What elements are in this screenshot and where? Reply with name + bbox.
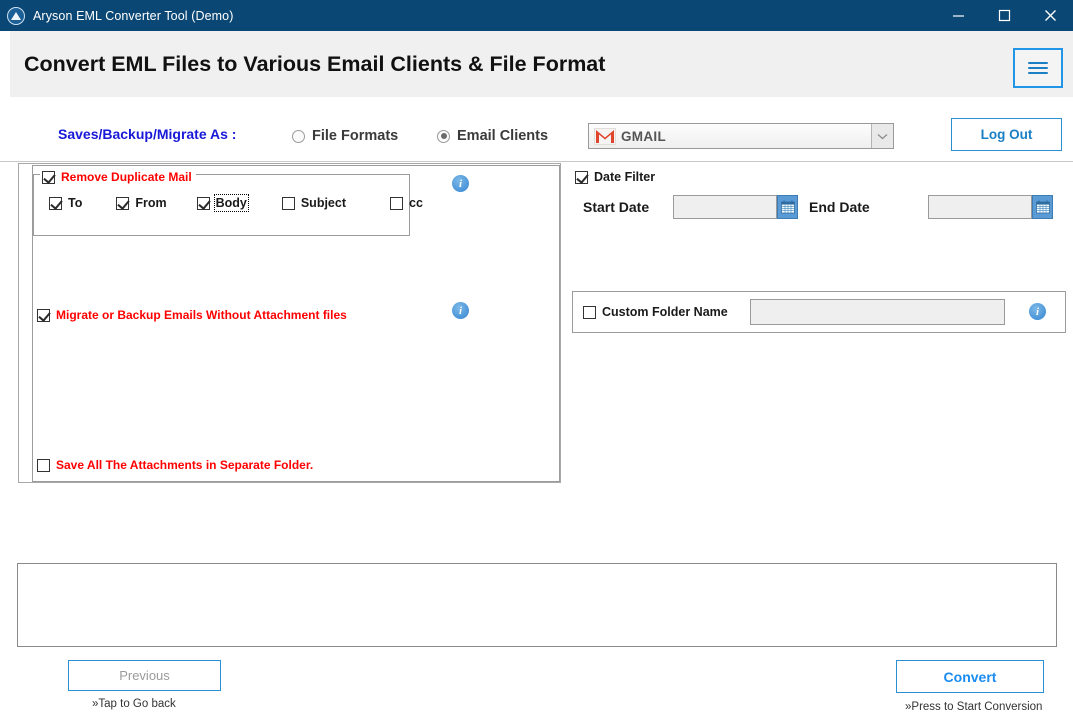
duplicate-criterion-body[interactable]: Body (196, 194, 249, 212)
previous-hint: »Tap to Go back (92, 698, 176, 710)
radio-email-clients[interactable]: Email Clients (437, 128, 548, 144)
start-date-calendar-icon[interactable] (777, 195, 798, 219)
info-icon[interactable]: i (452, 302, 469, 319)
radio-file-formats[interactable]: File Formats (292, 128, 398, 144)
duplicate-subject-label: Subject (300, 196, 346, 210)
page-header: Convert EML Files to Various Email Clien… (10, 31, 1073, 97)
page-title: Convert EML Files to Various Email Clien… (24, 51, 606, 76)
duplicate-to-label: To (68, 196, 83, 210)
date-range-row: Start Date End Date (575, 195, 1067, 227)
duplicate-to-checkbox[interactable] (49, 196, 62, 210)
custom-folder-name-input[interactable] (750, 299, 1005, 325)
window-controls (935, 0, 1073, 31)
title-bar: Aryson EML Converter Tool (Demo) (0, 0, 1073, 31)
start-date-input[interactable] (673, 195, 777, 219)
maximize-icon[interactable] (981, 0, 1027, 31)
info-icon[interactable]: i (452, 175, 469, 192)
aryson-logo-icon (7, 6, 25, 25)
duplicate-criteria-row: To From Body Subject cc (49, 194, 423, 212)
migrate-without-attachment-checkbox[interactable] (37, 308, 50, 322)
convert-button[interactable]: Convert (896, 660, 1044, 693)
convert-hint: »Press to Start Conversion (905, 701, 1043, 713)
conversion-log-area[interactable] (17, 563, 1057, 647)
remove-duplicate-mail-checkbox[interactable] (42, 170, 55, 184)
migrate-without-attachment-option[interactable]: Migrate or Backup Emails Without Attachm… (37, 308, 347, 322)
remove-duplicate-mail-option[interactable]: Remove Duplicate Mail (40, 169, 196, 185)
date-filter-label: Date Filter (594, 170, 656, 184)
duplicate-criterion-from[interactable]: From (116, 196, 167, 210)
hamburger-menu-icon (1028, 59, 1048, 77)
end-date-label: End Date (809, 199, 870, 215)
window-title: Aryson EML Converter Tool (Demo) (33, 8, 234, 23)
gmail-logo-icon (594, 127, 616, 145)
date-filter-option[interactable]: Date Filter (575, 170, 655, 184)
remove-duplicate-mail-label: Remove Duplicate Mail (61, 170, 192, 184)
migrate-without-attachment-label: Migrate or Backup Emails Without Attachm… (56, 308, 347, 322)
duplicate-criterion-to[interactable]: To (49, 196, 82, 210)
custom-folder-name-label: Custom Folder Name (602, 305, 728, 319)
custom-folder-name-option[interactable]: Custom Folder Name (583, 305, 728, 319)
start-date-label: Start Date (583, 199, 650, 215)
email-client-value: GMAIL (621, 128, 666, 144)
duplicate-from-checkbox[interactable] (116, 196, 130, 210)
duplicate-cc-checkbox[interactable] (390, 196, 403, 210)
save-attachments-separate-folder-option[interactable]: Save All The Attachments in Separate Fol… (37, 458, 313, 472)
email-client-select[interactable]: GMAIL (588, 123, 894, 149)
duplicate-subject-checkbox[interactable] (281, 196, 295, 210)
minimize-icon[interactable] (935, 0, 981, 31)
chevron-down-icon[interactable] (871, 124, 893, 148)
duplicate-cc-label: cc (409, 196, 423, 210)
duplicate-from-label: From (135, 196, 167, 210)
custom-folder-name-checkbox[interactable] (583, 305, 596, 319)
saves-backup-migrate-label: Saves/Backup/Migrate As : (58, 126, 237, 142)
end-date-input[interactable] (928, 195, 1032, 219)
save-attachments-label: Save All The Attachments in Separate Fol… (56, 458, 314, 472)
logout-button[interactable]: Log Out (951, 118, 1062, 151)
radio-email-clients-dot (437, 129, 450, 143)
save-attachments-checkbox[interactable] (37, 458, 50, 472)
close-icon[interactable] (1027, 0, 1073, 31)
end-date-calendar-icon[interactable] (1032, 195, 1053, 219)
radio-file-formats-dot (292, 129, 305, 143)
duplicate-body-checkbox[interactable] (196, 196, 210, 210)
duplicate-criterion-subject[interactable]: Subject (281, 196, 346, 210)
duplicate-criterion-cc[interactable]: cc (390, 196, 423, 210)
hamburger-menu-button[interactable] (1013, 48, 1063, 88)
duplicate-body-label: Body (213, 194, 249, 212)
info-icon[interactable]: i (1029, 303, 1046, 320)
radio-file-formats-label: File Formats (312, 128, 399, 144)
radio-email-clients-label: Email Clients (457, 128, 549, 144)
date-filter-checkbox[interactable] (575, 170, 588, 184)
previous-button[interactable]: Previous (68, 660, 221, 691)
